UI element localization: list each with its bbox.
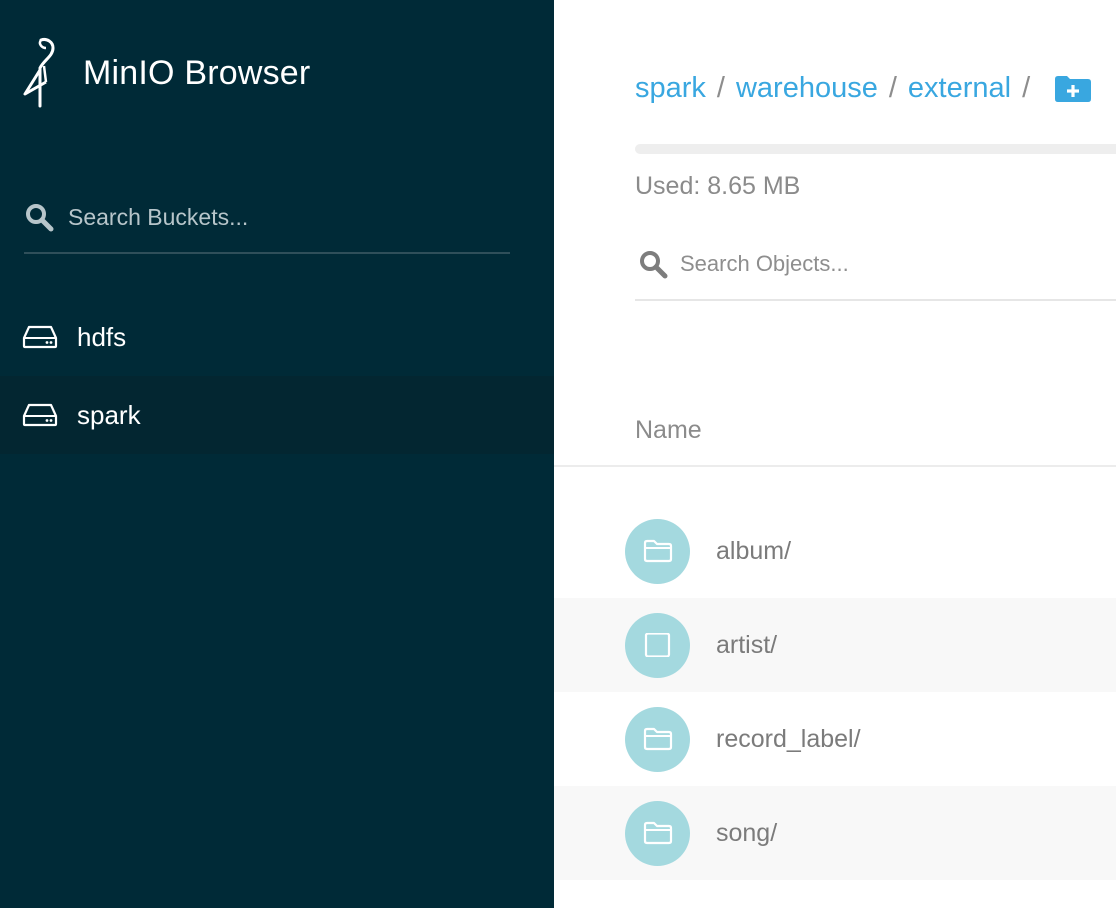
object-name: album/	[716, 536, 792, 565]
breadcrumb-separator: /	[716, 72, 725, 104]
object-avatar[interactable]	[625, 612, 690, 678]
object-search	[635, 240, 1116, 301]
object-row-song[interactable]: song/	[554, 786, 1116, 880]
hard-drive-icon	[22, 403, 58, 427]
object-name: song/	[716, 818, 778, 847]
folder-icon	[643, 539, 672, 563]
bucket-item-hdfs[interactable]: hdfs	[0, 298, 554, 376]
usage-bar	[635, 144, 1116, 154]
bucket-search	[24, 194, 510, 254]
new-folder-icon[interactable]	[1054, 75, 1092, 103]
bucket-label: spark	[77, 399, 141, 430]
object-avatar[interactable]	[625, 706, 690, 772]
column-header-name[interactable]: Name	[635, 416, 702, 445]
minio-logo-icon	[23, 38, 55, 108]
app-title: MinIO Browser	[83, 53, 311, 92]
checkbox-icon	[644, 633, 670, 657]
column-header-row: Name	[554, 400, 1116, 467]
search-icon	[640, 250, 668, 278]
object-name: artist/	[716, 630, 778, 659]
breadcrumb-separator: /	[1022, 72, 1031, 104]
brand[interactable]: MinIO Browser	[22, 36, 310, 110]
folder-icon	[643, 727, 672, 751]
object-row-record-label[interactable]: record_label/	[554, 692, 1116, 786]
breadcrumb-link-external[interactable]: external	[908, 72, 1011, 105]
used-storage-label: Used: 8.65 MB	[635, 172, 801, 200]
object-name: record_label/	[716, 724, 861, 753]
bucket-list: hdfs spark	[0, 298, 554, 454]
hard-drive-icon	[22, 325, 58, 349]
main-content: spark / warehouse / external / Used: 8.6…	[554, 0, 1116, 908]
object-row-artist[interactable]: artist/	[554, 598, 1116, 692]
breadcrumb-link-spark[interactable]: spark	[635, 72, 706, 105]
object-search-input[interactable]	[680, 250, 1100, 277]
sidebar: MinIO Browser hdfs spark	[0, 0, 554, 908]
breadcrumb-separator: /	[888, 72, 897, 104]
breadcrumb-link-warehouse[interactable]: warehouse	[736, 72, 878, 105]
folder-icon	[643, 821, 672, 845]
object-avatar[interactable]	[625, 800, 690, 866]
bucket-label: hdfs	[77, 321, 127, 352]
bucket-search-input[interactable]	[68, 203, 488, 231]
object-list: album/ artist/ record_label/ song/	[554, 504, 1116, 880]
object-avatar[interactable]	[625, 518, 690, 584]
bucket-item-spark[interactable]: spark	[0, 376, 554, 454]
object-row-album[interactable]: album/	[554, 504, 1116, 598]
breadcrumb: spark / warehouse / external /	[635, 72, 1092, 105]
search-icon	[26, 204, 54, 232]
